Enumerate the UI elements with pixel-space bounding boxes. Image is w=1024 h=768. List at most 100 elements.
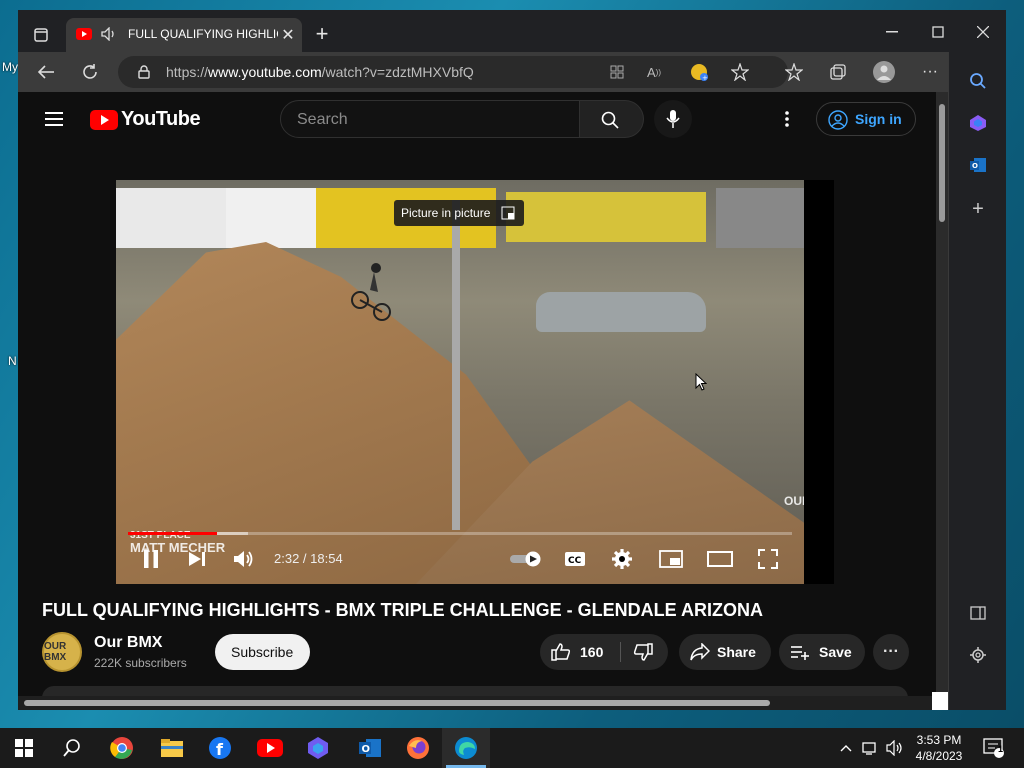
microphone-icon xyxy=(664,108,682,130)
firefox-icon[interactable] xyxy=(394,728,442,768)
notification-center-icon[interactable]: 1 xyxy=(976,728,1012,768)
sidebar-search-icon[interactable] xyxy=(967,70,989,92)
read-aloud-icon[interactable]: A)) xyxy=(644,63,664,81)
minimize-icon[interactable] xyxy=(882,22,902,42)
sidebar-add-icon[interactable]: + xyxy=(967,198,989,220)
save-button[interactable]: Save xyxy=(779,634,865,670)
pip-tooltip-text: Picture in picture xyxy=(401,206,491,220)
maximize-icon[interactable] xyxy=(928,22,948,42)
save-label: Save xyxy=(819,644,852,660)
address-bar[interactable]: https://www.youtube.com/watch?v=zdztMHXV… xyxy=(118,56,788,88)
subscriber-count: 222K subscribers xyxy=(94,656,187,670)
coupon-icon[interactable]: + xyxy=(688,61,710,83)
youtube-favicon xyxy=(76,28,92,40)
tab-actions-icon[interactable] xyxy=(32,26,50,44)
edge-app-icon[interactable] xyxy=(442,728,490,768)
like-dislike-group: 160 xyxy=(540,634,668,670)
refresh-icon[interactable] xyxy=(80,62,100,82)
tab-title: FULL QUALIFYING HIGHLIGHTS - BMX TRIPLE … xyxy=(128,27,278,41)
menu-icon[interactable] xyxy=(44,110,64,128)
light-pole xyxy=(452,200,460,530)
close-tab-icon[interactable]: ✕ xyxy=(280,27,296,44)
autoplay-toggle[interactable] xyxy=(508,548,544,570)
vertical-scroll-thumb[interactable] xyxy=(939,104,945,222)
collections-icon[interactable] xyxy=(828,62,848,82)
url-text[interactable]: https://www.youtube.com/watch?v=zdztMHXV… xyxy=(166,64,474,80)
copilot-app-icon[interactable] xyxy=(294,728,342,768)
sidebar-settings-icon[interactable] xyxy=(967,644,989,666)
desktop-icon-label[interactable]: My xyxy=(2,60,18,74)
profile-icon[interactable] xyxy=(873,61,895,83)
next-button[interactable] xyxy=(186,548,208,570)
settings-kebab-icon[interactable] xyxy=(778,108,796,130)
sidebar-outlook-icon[interactable]: O xyxy=(967,154,989,176)
window-close-icon[interactable] xyxy=(973,22,993,42)
like-divider xyxy=(620,642,621,662)
search-input[interactable]: Search xyxy=(280,100,580,138)
pip-tooltip: Picture in picture xyxy=(394,200,524,226)
video-title: FULL QUALIFYING HIGHLIGHTS - BMX TRIPLE … xyxy=(42,600,763,620)
start-button[interactable] xyxy=(0,728,48,768)
save-playlist-icon xyxy=(789,641,811,663)
search-button[interactable] xyxy=(580,100,644,138)
lock-icon[interactable] xyxy=(136,64,152,80)
sidebar-panel-icon[interactable] xyxy=(967,602,989,624)
sidebar-copilot-icon[interactable] xyxy=(967,112,989,134)
youtube-app-icon[interactable] xyxy=(246,728,294,768)
horizontal-scroll-thumb[interactable] xyxy=(24,700,770,706)
system-clock[interactable]: 3:53 PM 4/8/2023 xyxy=(910,732,968,764)
favorites-icon[interactable] xyxy=(784,62,804,82)
svg-text:+: + xyxy=(702,74,708,82)
outlook-app-icon[interactable]: O xyxy=(346,728,394,768)
channel-name[interactable]: Our BMX xyxy=(94,634,162,652)
account-icon xyxy=(827,109,849,131)
sign-in-button[interactable]: Sign in xyxy=(816,102,916,136)
trailer xyxy=(716,188,804,248)
more-actions-button[interactable]: ··· xyxy=(873,634,909,670)
show-hidden-icons-icon[interactable] xyxy=(832,728,860,768)
dislike-icon[interactable] xyxy=(632,641,654,663)
browser-tab[interactable]: FULL QUALIFYING HIGHLIGHTS - BMX TRIPLE … xyxy=(66,18,302,52)
volume-button[interactable] xyxy=(232,547,256,571)
like-icon[interactable] xyxy=(550,641,572,663)
youtube-page: YouTube Search Sign in Picture in pictur… xyxy=(18,92,948,710)
like-count[interactable]: 160 xyxy=(580,644,603,660)
channel-avatar[interactable]: OUR BMX xyxy=(42,632,82,672)
settings-gear-icon[interactable] xyxy=(610,547,634,571)
chrome-icon[interactable] xyxy=(98,728,146,768)
horizontal-scrollbar[interactable] xyxy=(18,696,948,710)
add-favorite-icon[interactable] xyxy=(730,62,750,82)
progress-bar[interactable] xyxy=(128,532,792,535)
speaker-icon[interactable] xyxy=(100,26,118,42)
miniplayer-button[interactable] xyxy=(658,548,684,570)
sign-in-label: Sign in xyxy=(855,111,902,127)
new-tab-icon[interactable]: + xyxy=(312,21,332,46)
youtube-logo-text: YouTube xyxy=(121,108,201,130)
more-options-icon[interactable]: ··· xyxy=(920,62,940,82)
voice-search-button[interactable] xyxy=(654,100,692,138)
share-button[interactable]: Share xyxy=(679,634,771,670)
theater-mode-button[interactable] xyxy=(706,548,734,570)
bmx-rider xyxy=(348,262,398,322)
youtube-play-icon xyxy=(90,109,118,130)
subscribe-button[interactable]: Subscribe xyxy=(215,634,310,670)
vertical-scrollbar[interactable] xyxy=(936,92,948,710)
file-explorer-icon[interactable] xyxy=(148,728,196,768)
facebook-icon[interactable]: f xyxy=(196,728,244,768)
video-player[interactable]: Picture in picture OURBMX 31ST PLACE MAT… xyxy=(116,180,834,584)
clock-date: 4/8/2023 xyxy=(915,749,963,763)
back-icon[interactable] xyxy=(36,62,56,82)
desktop-icon-label[interactable]: N xyxy=(8,354,17,368)
volume-tray-icon[interactable] xyxy=(882,728,908,768)
fullscreen-button[interactable] xyxy=(756,548,780,570)
captions-button[interactable]: CC xyxy=(562,548,588,570)
mouse-cursor-icon xyxy=(694,372,708,392)
taskbar-search-icon[interactable] xyxy=(48,728,96,768)
youtube-logo[interactable]: YouTube xyxy=(90,108,201,131)
network-icon[interactable] xyxy=(858,728,884,768)
app-available-icon[interactable] xyxy=(608,63,626,81)
pip-icon xyxy=(500,205,516,221)
pause-button[interactable] xyxy=(140,548,162,570)
search-icon xyxy=(600,110,620,130)
husqvarna-banner xyxy=(226,188,316,248)
